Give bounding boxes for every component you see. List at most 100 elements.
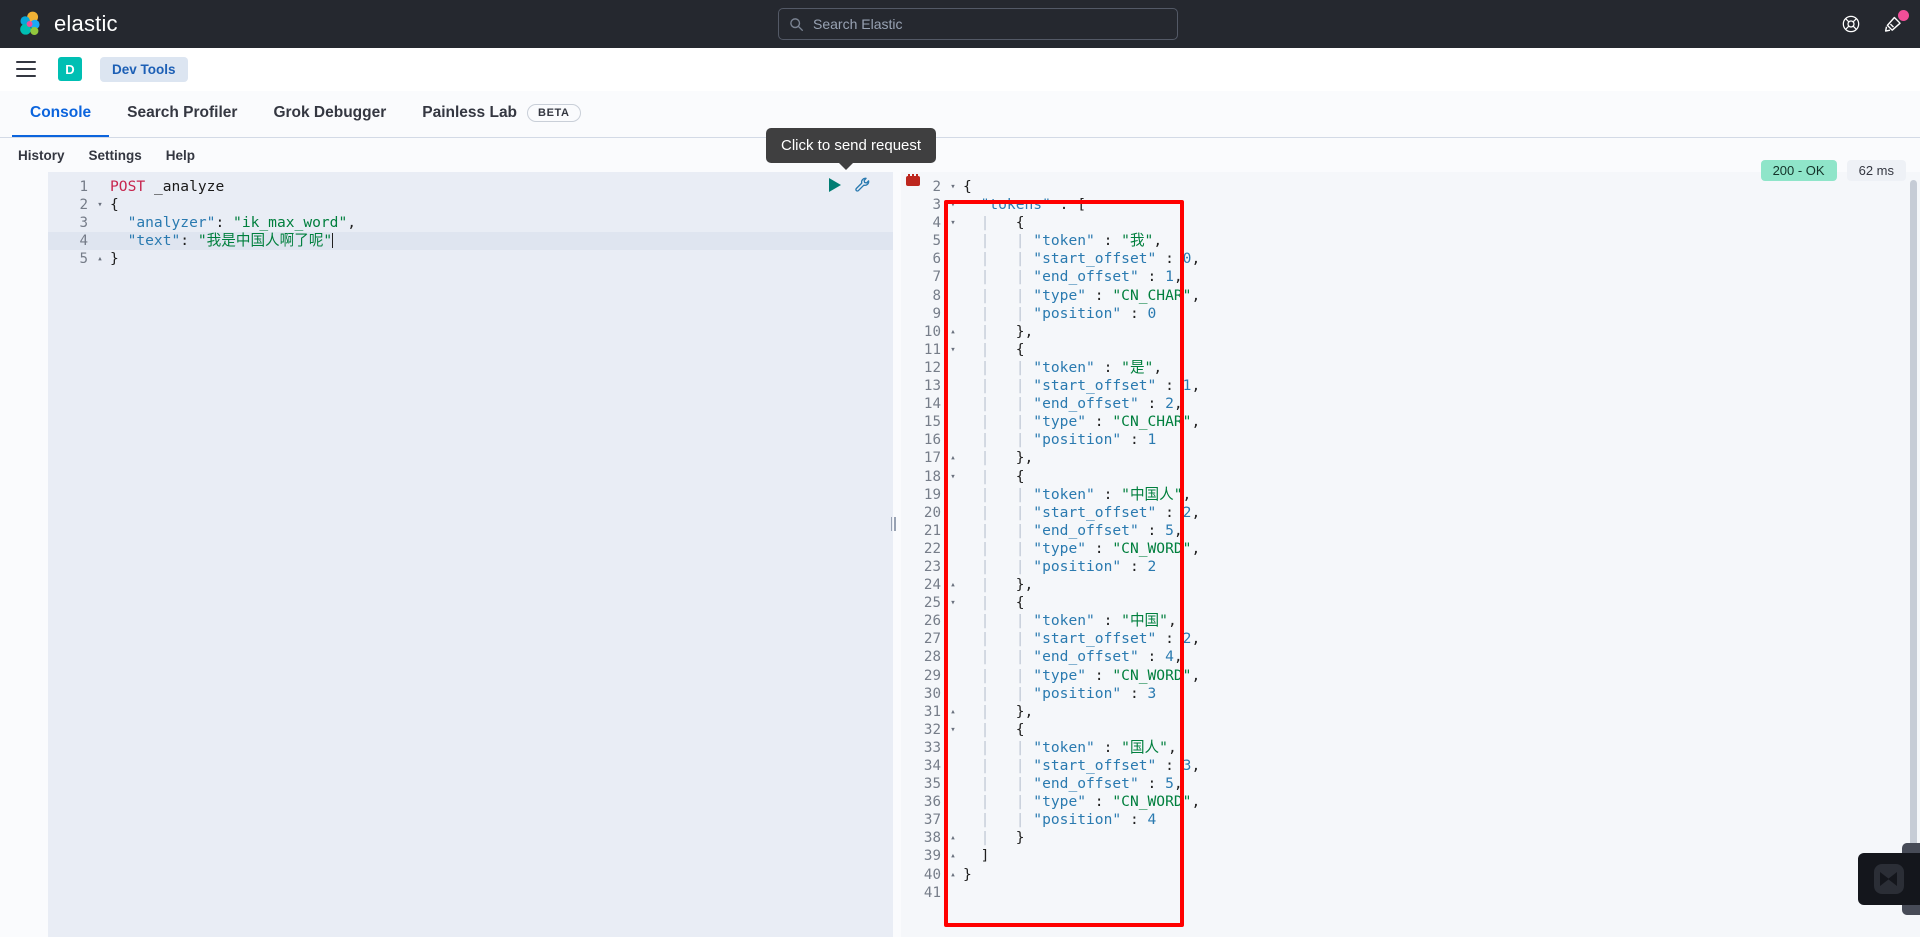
code-token: , [1167, 612, 1177, 630]
request-pane[interactable]: 1 POST _analyze 2 ▾{3 "analyzer": "ik_max_w… [48, 172, 893, 937]
tab-console[interactable]: Console [12, 91, 110, 137]
code-line: 10 ▴ | }, [901, 323, 1920, 341]
code-token: | | [963, 612, 1034, 630]
code-token: | | [963, 304, 1034, 322]
code-token: | | [963, 503, 1034, 521]
fold-toggle-icon[interactable]: ▾ [947, 468, 959, 486]
code-token: }, [998, 702, 1034, 720]
code-token: } [963, 865, 972, 883]
fold-toggle-icon[interactable]: ▴ [947, 866, 959, 884]
code-token: "end_offset" [1033, 521, 1139, 539]
code-token: , [1191, 793, 1201, 811]
code-token: | | [963, 775, 1034, 793]
response-pane[interactable]: accessible to anyone. See https://www.el… [901, 172, 1920, 937]
code-line-text: | { [959, 341, 1920, 359]
code-line-text: | | "position" : 4 [959, 811, 1920, 829]
code-line: 9 | | "position" : 0 [901, 305, 1920, 323]
console-history-button[interactable]: History [8, 144, 75, 167]
code-token: "type" [1033, 666, 1087, 684]
breadcrumb-dev-tools[interactable]: Dev Tools [100, 56, 188, 82]
megaphone-news-icon[interactable] [1882, 10, 1909, 35]
floating-media-widget[interactable] [1858, 853, 1920, 905]
code-token: "token" [1033, 358, 1095, 376]
code-token: }, [998, 449, 1034, 467]
code-token: "token" [1033, 738, 1095, 756]
fold-toggle-icon[interactable]: ▾ [94, 196, 106, 214]
line-number: 29 [923, 667, 941, 684]
code-token: : [180, 232, 198, 250]
code-token: : [1121, 811, 1148, 829]
pane-splitter[interactable] [889, 512, 897, 536]
elastic-brand[interactable]: elastic [16, 10, 118, 38]
fold-toggle-icon[interactable]: ▴ [947, 829, 959, 847]
console-request-editor[interactable]: 1 POST _analyze 2 ▾{3 "analyzer": "ik_max_w… [48, 172, 893, 937]
fold-toggle-icon[interactable]: ▴ [94, 250, 106, 268]
console-settings-button[interactable]: Settings [79, 144, 152, 167]
fold-toggle-icon[interactable]: ▾ [947, 594, 959, 612]
code-token: | | [963, 666, 1034, 684]
code-token: | | [963, 377, 1034, 395]
fold-toggle-icon[interactable]: ▴ [947, 847, 959, 865]
code-line: 29 | | "type" : "CN_WORD", [901, 667, 1920, 685]
fold-toggle-icon[interactable]: ▴ [947, 449, 959, 467]
code-line: 34 | | "start_offset" : 3, [901, 757, 1920, 775]
code-line-text: | | "start_offset" : 1, [959, 377, 1920, 395]
line-number: 1 [79, 179, 88, 195]
fold-toggle-icon[interactable]: ▾ [947, 178, 959, 196]
fold-toggle-icon[interactable]: ▴ [947, 323, 959, 341]
code-token: "我" [1121, 232, 1154, 250]
code-token: "start_offset" [1033, 757, 1157, 774]
code-token: : [1094, 612, 1122, 630]
code-token: }, [998, 322, 1034, 340]
code-line: 5 ▴} [48, 250, 893, 268]
response-scrollbar[interactable] [1910, 180, 1917, 920]
code-line-text: | { [959, 721, 1920, 739]
code-line: 38 ▴ | } [901, 829, 1920, 847]
global-search[interactable]: Search Elastic [778, 8, 1178, 40]
code-line: 16 | | "position" : 1 [901, 431, 1920, 449]
code-line-text: ] [959, 847, 1920, 865]
code-line: 12 | | "token" : "是", [901, 359, 1920, 377]
play-triangle-icon[interactable] [828, 177, 842, 193]
code-token: , [1191, 539, 1201, 557]
fold-toggle-icon[interactable]: ▾ [947, 721, 959, 739]
line-number: 3 [932, 197, 941, 214]
request-action-icons [828, 176, 872, 194]
response-scrollbar-thumb[interactable] [1910, 180, 1917, 880]
tab-search-profiler[interactable]: Search Profiler [109, 91, 255, 137]
code-token: | | [963, 358, 1034, 376]
fold-toggle-icon[interactable]: ▴ [947, 703, 959, 721]
code-token: "position" [1033, 557, 1122, 575]
fold-toggle-icon[interactable]: ▾ [947, 214, 959, 232]
console-response-editor[interactable]: 2 ▾{3 ▾ "tokens" : [4 ▾ | {5 | | "token" : … [901, 172, 1920, 937]
line-number: 34 [923, 758, 941, 774]
fold-toggle-icon[interactable]: ▴ [947, 576, 959, 594]
tab-painless-lab[interactable]: Painless Lab BETA [404, 91, 598, 137]
code-token: , [1173, 521, 1183, 539]
tooltip-arrow [838, 162, 854, 170]
header-actions [1840, 0, 1909, 48]
code-line-text: | | "token" : "国人", [959, 739, 1920, 757]
code-token: , [1153, 232, 1163, 250]
line-number: 26 [923, 613, 941, 630]
code-token: "CN_CHAR" [1112, 286, 1192, 304]
fold-toggle-icon[interactable]: ▾ [947, 196, 959, 214]
code-line-text: { [106, 196, 893, 214]
code-line: 22 | | "type" : "CN_WORD", [901, 540, 1920, 558]
tab-grok-debugger[interactable]: Grok Debugger [255, 91, 404, 137]
code-token: , [1182, 485, 1192, 503]
hamburger-menu-icon[interactable] [16, 61, 36, 77]
space-avatar[interactable]: D [58, 57, 82, 81]
line-number: 3 [79, 215, 88, 232]
code-line: 8 | | "type" : "CN_CHAR", [901, 287, 1920, 305]
fold-toggle-icon[interactable]: ▾ [947, 341, 959, 359]
code-token: : [1121, 304, 1148, 322]
code-token: | [963, 829, 999, 847]
console-help-button[interactable]: Help [156, 144, 205, 167]
code-token: { [998, 214, 1025, 232]
wrench-icon[interactable] [854, 176, 872, 194]
lifebuoy-help-icon[interactable] [1840, 13, 1862, 35]
code-token: { [998, 467, 1025, 485]
